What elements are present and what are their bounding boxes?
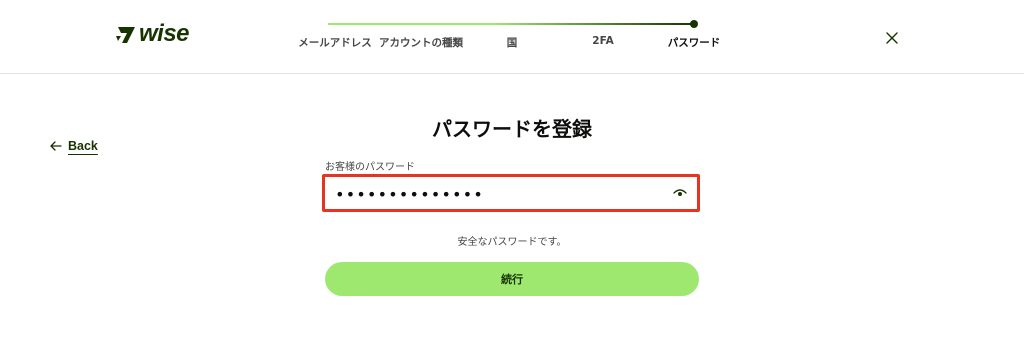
close-icon xyxy=(886,32,898,44)
page: wise メールアドレス アカウントの種類 国 2FA パスワード Back パ… xyxy=(0,0,1024,344)
wise-logo[interactable]: wise xyxy=(115,20,190,47)
password-input[interactable] xyxy=(335,183,655,205)
page-title: パスワードを登録 xyxy=(432,117,592,141)
header: wise メールアドレス アカウントの種類 国 2FA パスワード xyxy=(0,0,1024,74)
continue-button[interactable]: 続行 xyxy=(325,262,699,296)
close-button[interactable] xyxy=(881,27,903,49)
stepper-track xyxy=(328,23,695,25)
step-email[interactable]: メールアドレス xyxy=(298,35,372,50)
password-strength-hint: 安全なパスワードです。 xyxy=(457,237,567,248)
password-label: お客様のパスワード xyxy=(325,162,415,173)
stepper-current-dot xyxy=(690,20,698,28)
step-country[interactable]: 国 xyxy=(507,35,518,50)
password-field-highlight xyxy=(322,174,700,212)
step-2fa[interactable]: 2FA xyxy=(592,35,613,47)
logo-wordmark: wise xyxy=(139,20,190,47)
arrow-left-icon xyxy=(50,141,62,151)
stepper-progress-fill xyxy=(328,23,695,25)
wise-flag-icon xyxy=(116,27,135,43)
step-account-type[interactable]: アカウントの種類 xyxy=(379,35,463,50)
step-password: パスワード xyxy=(667,37,721,49)
eye-icon[interactable] xyxy=(673,188,687,198)
